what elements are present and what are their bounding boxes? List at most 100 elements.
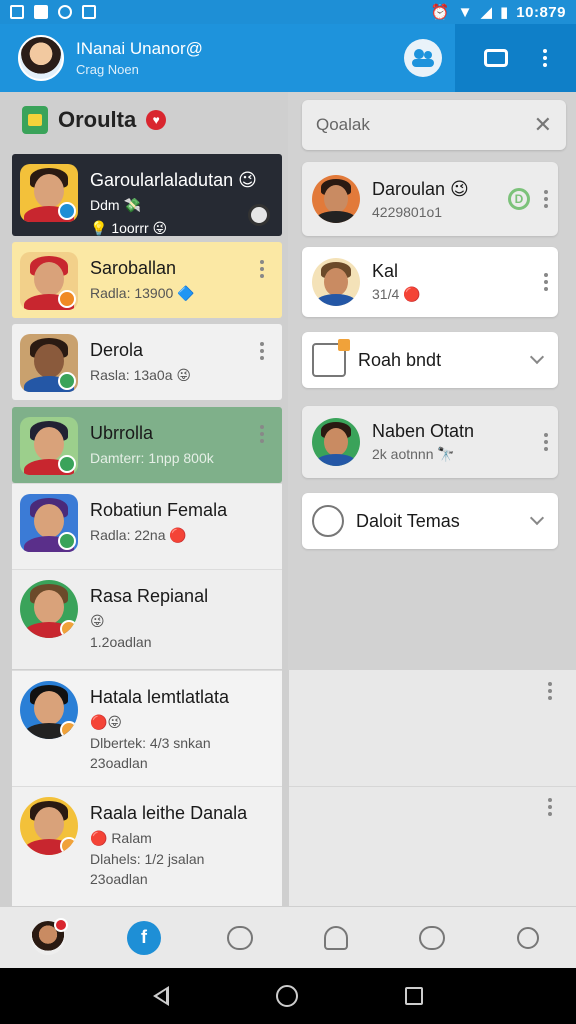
contact-card[interactable]: Daroulan 😉 4229801o1 D: [302, 162, 558, 236]
heart-badge-icon: ♥: [146, 110, 167, 130]
chat-name: Garoularlaladutan 😉: [90, 170, 257, 190]
row-menu-icon[interactable]: [548, 798, 552, 816]
chat-name: Rasa Repianal: [90, 586, 209, 606]
chat-item[interactable]: Saroballan Radla: 13900 🔷: [12, 242, 282, 318]
dropdown-card[interactable]: Roah bndt: [302, 332, 558, 388]
chat-item[interactable]: Hatala lemtlatlata 🔴😜 Dlbertek: 4/3 snka…: [12, 670, 282, 786]
avatar: [20, 494, 78, 552]
close-icon[interactable]: ✕: [534, 112, 552, 138]
nav-chats[interactable]: [220, 918, 260, 958]
chat-preview: 🔴 Ralam: [90, 830, 152, 846]
avatar: [20, 417, 78, 475]
chat-preview: Damterr: 1npp 800k: [90, 450, 214, 466]
chat-item[interactable]: Raala leithe Danala 🔴 Ralam Dlahels: 1/2…: [12, 786, 282, 906]
app-header: INanai Unanor@ Crag Noen: [0, 24, 576, 92]
empty-rows: [288, 670, 576, 906]
nav-more[interactable]: [508, 918, 548, 958]
chat-item[interactable]: Garoularlaladutan 😉 Ddm 💸 💡 1oorrr 😜: [12, 154, 282, 236]
chat-item[interactable]: Derola Rasla: 13a0a 😜: [12, 324, 282, 400]
status-bar: ⏰ ▼ ◢ ▮ 10:879: [0, 0, 576, 24]
message-icon: [419, 925, 445, 950]
chat-name: Hatala lemtlatlata: [90, 687, 230, 707]
notification-icon: [10, 5, 24, 19]
group-icon: [412, 49, 434, 67]
chat-menu-icon[interactable]: [260, 260, 264, 278]
chat-preview: Ddm 💸: [90, 197, 141, 213]
chat-item[interactable]: Robatiun Femala Radla: 22na 🔴: [12, 483, 282, 569]
row-menu-icon[interactable]: [548, 682, 552, 700]
alarm-icon: ⏰: [430, 4, 450, 21]
contact-card[interactable]: Kal 31/4 🔴: [302, 247, 558, 317]
contact-detail: 31/4 🔴: [372, 286, 421, 302]
contact-detail: 4229801o1: [372, 203, 443, 220]
card-menu-icon[interactable]: [544, 433, 548, 451]
group-title: Oroulta: [58, 107, 137, 132]
chat-preview: Radla: 22na 🔴: [90, 527, 187, 543]
card-menu-icon[interactable]: [544, 190, 548, 208]
chat-preview: Dlahels: 1/2 jsalan: [90, 851, 205, 867]
group-logo-icon: [22, 106, 48, 134]
chat-item[interactable]: Rasa Repianal 😜 1.2oadlan: [12, 569, 282, 669]
contact-name: Daroulan 😉: [372, 178, 469, 199]
recent-apps-icon[interactable]: [404, 987, 423, 1005]
home-circle-icon[interactable]: [275, 985, 298, 1007]
avatar: [20, 252, 78, 310]
status-icon: [60, 620, 78, 638]
avatar: [312, 418, 360, 466]
notification-icon: [58, 5, 72, 19]
dropdown-card[interactable]: Daloit Temas: [302, 493, 558, 549]
settings-gear-icon[interactable]: [248, 204, 270, 226]
header-titles: INanai Unanor@ Crag Noen: [76, 39, 203, 77]
chat-preview: Rasla: 13a0a 😜: [90, 367, 191, 383]
avatar: [20, 334, 78, 392]
notification-icon: [82, 5, 96, 19]
nav-home[interactable]: f: [124, 918, 164, 958]
nav-profile[interactable]: [28, 917, 68, 958]
contact-card[interactable]: Naben Otatn 2k aotnnn 🔭: [302, 406, 558, 478]
wifi-icon: ▼: [457, 3, 473, 21]
video-call-icon[interactable]: [484, 49, 509, 67]
divider: [289, 786, 576, 787]
document-icon: [312, 339, 350, 377]
refresh-icon: [312, 505, 344, 537]
verified-icon: [58, 455, 76, 473]
chat-list-panel: Oroulta ♥ Garoularlaladutan 😉 Ddm 💸 💡 1o…: [0, 92, 288, 906]
verified-icon: [58, 372, 76, 390]
notification-badge: [54, 917, 68, 932]
nav-contacts[interactable]: [316, 918, 356, 958]
chat-preview: 😜: [90, 613, 105, 629]
bottom-navigation: f: [0, 906, 576, 968]
status-icon: [60, 721, 78, 739]
dropdown-label: Roah bndt: [358, 349, 442, 370]
search-bar[interactable]: Qoalak ✕: [302, 100, 566, 150]
more-options-icon[interactable]: [542, 49, 547, 67]
detail-panel: Qoalak ✕ Daroulan 😉 4229801o1 D Kal 31/4…: [288, 92, 576, 906]
nav-messages[interactable]: [412, 918, 452, 958]
chat-menu-icon[interactable]: [260, 342, 264, 360]
back-icon[interactable]: [153, 986, 170, 1006]
header-title: INanai Unanor@: [76, 39, 203, 58]
chat-menu-icon[interactable]: [260, 425, 264, 443]
chat-name: Saroballan: [90, 258, 177, 278]
card-menu-icon[interactable]: [544, 273, 548, 291]
chat-preview: 🔴😜: [90, 714, 123, 730]
chat-item[interactable]: Ubrrolla Damterr: 1npp 800k: [12, 407, 282, 483]
chevron-down-icon[interactable]: [529, 510, 545, 526]
chat-timestamp: 23oadlan: [90, 755, 148, 771]
profile-avatar[interactable]: [18, 35, 64, 81]
signal-icon: ◢: [480, 4, 493, 21]
chevron-down-icon[interactable]: [529, 349, 545, 365]
system-navigation-bar: [0, 968, 576, 1024]
avatar: [20, 580, 78, 638]
status-icon: [58, 290, 76, 308]
group-icon-button[interactable]: [404, 39, 442, 77]
avatar: [312, 175, 360, 223]
chat-name: Ubrrolla: [90, 423, 154, 443]
chat-name: Raala leithe Danala: [90, 803, 248, 823]
search-input[interactable]: Qoalak: [316, 115, 370, 135]
chat-timestamp: 23oadlan: [90, 871, 148, 887]
verified-icon: [58, 532, 76, 550]
contact-name: Naben Otatn: [372, 421, 475, 441]
more-icon: [517, 926, 539, 949]
person-icon: [324, 925, 348, 950]
